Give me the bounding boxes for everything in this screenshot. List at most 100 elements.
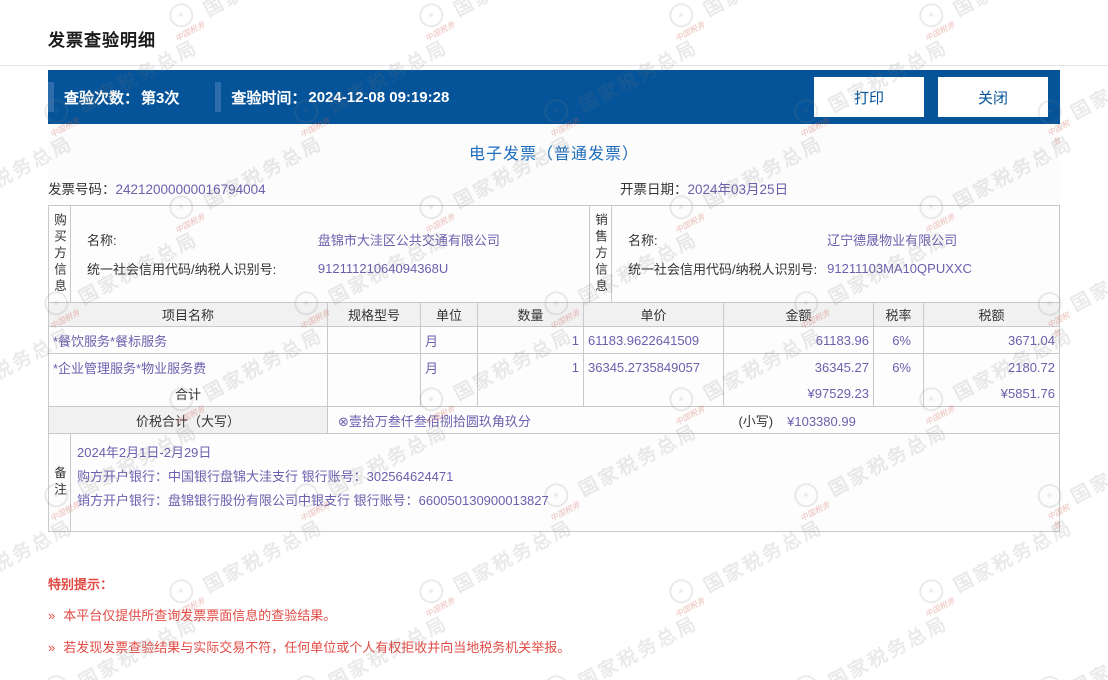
item-tax-rate: 6%	[874, 354, 924, 380]
invoice-type-title: 电子发票（普通发票）	[468, 146, 639, 163]
subtotal-empty	[328, 380, 421, 406]
bullet-icon: »	[48, 640, 56, 655]
subtotal-empty	[478, 380, 584, 406]
close-button[interactable]: 关闭	[938, 77, 1048, 117]
page-title: 发票查验明细	[48, 31, 156, 50]
invoice-date-label: 开票日期：	[620, 182, 688, 197]
notice-item: » 本平台仅提供所查询发票票面信息的查验结果。	[48, 605, 1108, 624]
subtotal-amount: ¥97529.23	[724, 380, 874, 406]
item-row: *企业管理服务*物业服务费 月 1 36345.2735849057 36345…	[49, 354, 1059, 380]
tax-emblem-icon: ✶中国税务	[287, 669, 332, 680]
buyer-id-label: 统一社会信用代码/纳税人识别号:	[87, 262, 277, 277]
item-tax: 3671.04	[1008, 332, 1055, 348]
remarks-line: 销方开户银行：盘锦银行股份有限公司中银支行 银行账号：6600501309000…	[77, 493, 549, 508]
seller-info: 名称: 辽宁德晟物业有限公司 统一社会信用代码/纳税人识别号: 91211103…	[612, 206, 1061, 302]
item-name: *企业管理服务*物业服务费	[49, 354, 328, 380]
item-qty: 1	[478, 354, 584, 380]
invoice-panel: 电子发票（普通发票） 发票号码：24212000000016794004 开票日…	[48, 124, 1060, 532]
amount-in-figures: (小写) ¥103380.99	[738, 411, 855, 430]
invoice-date-value: 2024年03月25日	[687, 182, 789, 197]
grand-total-value: ⊗壹拾万叁仟叁佰捌拾圆玖角玖分 (小写) ¥103380.99	[328, 407, 1061, 433]
verification-banner: 查验次数： 第3次 查验时间： 2024-12-08 09:19:28 打印 关…	[48, 70, 1060, 124]
seller-name-label: 名称:	[628, 233, 658, 248]
items-header-row: 项目名称 规格型号 单位 数量 单价 金额 税率 税额	[49, 303, 1059, 327]
seller-id-line: 统一社会信用代码/纳税人识别号: 91211103MA10QPUXXC	[628, 259, 1061, 278]
figures-label: (小写)	[738, 413, 774, 429]
invoice-number: 发票号码：24212000000016794004	[48, 178, 266, 198]
check-time-value: 2024-12-08 09:19:28	[308, 88, 450, 106]
col-header: 规格型号	[328, 303, 421, 326]
grand-total-label: 价税合计（大写）	[49, 407, 328, 433]
check-time-label: 查验时间：	[231, 89, 307, 107]
buyer-id-value: 91211121064094368U	[317, 261, 449, 276]
buyer-name-value: 盘锦市大洼区公共交通有限公司	[317, 233, 500, 248]
invoice-number-value: 24212000000016794004	[115, 182, 266, 197]
col-header: 税额	[924, 303, 1059, 326]
buyer-info: 名称: 盘锦市大洼区公共交通有限公司 统一社会信用代码/纳税人识别号: 9121…	[71, 206, 590, 302]
tax-emblem-icon: ✶中国税务	[1033, 671, 1077, 680]
item-amount: 36345.27	[724, 354, 874, 380]
subtotal-empty	[874, 380, 924, 406]
buyer-name-label: 名称:	[87, 233, 117, 248]
check-count-value: 第3次	[141, 89, 180, 107]
item-spec	[328, 354, 421, 380]
col-header: 单位	[421, 303, 478, 326]
seller-side-label: 销售方信息	[590, 206, 612, 302]
seller-id-label: 统一社会信用代码/纳税人识别号:	[628, 262, 818, 277]
remarks-content: 2024年2月1日-2月29日 购方开户银行：中国银行盘锦大洼支行 银行账号：3…	[71, 434, 1061, 531]
notice-item: » 若发现发票查验结果与实际交易不符，任何单位或个人有权拒收并向当地税务机关举报。	[48, 637, 1108, 656]
notice-text: 若发现发票查验结果与实际交易不符，任何单位或个人有权拒收并向当地税务机关举报。	[63, 640, 571, 655]
subtotal-tax: ¥5851.76	[1000, 385, 1055, 401]
figures-value: ¥103380.99	[787, 413, 856, 429]
item-unit: 月	[421, 327, 478, 353]
item-price: 61183.9622641509	[584, 327, 724, 353]
remarks-line: 购方开户银行：中国银行盘锦大洼支行 银行账号：302564624471	[77, 469, 454, 484]
item-name: *餐饮服务*餐标服务	[49, 327, 328, 353]
col-header: 数量	[478, 303, 584, 326]
item-qty: 1	[478, 327, 584, 353]
buyer-side-label: 购买方信息	[49, 206, 71, 302]
check-time: 查验时间： 2024-12-08 09:19:28	[221, 87, 449, 108]
print-button[interactable]: 打印	[814, 77, 924, 117]
party-section: 购买方信息 名称: 盘锦市大洼区公共交通有限公司 统一社会信用代码/纳税人识别号…	[49, 206, 1059, 303]
item-amount: 61183.96	[724, 327, 874, 353]
item-tax-rate: 6%	[874, 327, 924, 353]
tax-emblem-icon: ✶中国税务	[537, 669, 582, 680]
invoice-number-row: 发票号码：24212000000016794004 开票日期：2024年03月2…	[48, 174, 1060, 200]
remarks-side-label: 备注	[49, 434, 71, 531]
bullet-icon: »	[48, 608, 56, 623]
item-row: *餐饮服务*餐标服务 月 1 61183.9622641509 61183.96…	[49, 327, 1059, 354]
remarks-section: 备注 2024年2月1日-2月29日 购方开户银行：中国银行盘锦大洼支行 银行账…	[49, 434, 1059, 531]
item-price: 36345.2735849057	[584, 354, 724, 380]
seller-name-line: 名称: 辽宁德晟物业有限公司	[628, 230, 1061, 249]
amount-in-words: ⊗壹拾万叁仟叁佰捌拾圆玖角玖分	[338, 413, 531, 429]
special-notice: 特别提示： » 本平台仅提供所查询发票票面信息的查验结果。 » 若发现发票查验结果与…	[48, 574, 1108, 656]
invoice-table: 购买方信息 名称: 盘锦市大洼区公共交通有限公司 统一社会信用代码/纳税人识别号…	[48, 205, 1060, 532]
subtotal-empty	[584, 380, 724, 406]
remarks-line: 2024年2月1日-2月29日	[77, 445, 212, 460]
item-spec	[328, 327, 421, 353]
tax-emblem-icon: ✶中国税务	[37, 669, 82, 680]
col-header: 项目名称	[49, 303, 328, 326]
check-count-label: 查验次数：	[64, 89, 140, 107]
seller-id-value: 91211103MA10QPUXXC	[827, 261, 972, 276]
col-header: 金额	[724, 303, 874, 326]
tax-emblem-icon: ✶中国税务	[787, 669, 832, 680]
check-count: 查验次数： 第3次	[54, 87, 179, 108]
buyer-name-line: 名称: 盘锦市大洼区公共交通有限公司	[87, 230, 589, 249]
grand-total-row: 价税合计（大写） ⊗壹拾万叁仟叁佰捌拾圆玖角玖分 (小写) ¥103380.99	[49, 407, 1059, 434]
item-tax: 2180.72	[1008, 359, 1055, 375]
notice-text: 本平台仅提供所查询发票票面信息的查验结果。	[63, 608, 337, 623]
invoice-date: 开票日期：2024年03月25日	[620, 178, 788, 198]
page-header: 发票查验明细	[0, 0, 1108, 66]
invoice-number-label: 发票号码：	[48, 182, 116, 197]
seller-name-value: 辽宁德晟物业有限公司	[827, 233, 958, 248]
subtotal-row: 合计 ¥97529.23 ¥5851.76	[49, 380, 1059, 407]
buyer-id-line: 统一社会信用代码/纳税人识别号: 91211121064094368U	[87, 259, 589, 278]
item-unit: 月	[421, 354, 478, 380]
col-header: 单价	[584, 303, 724, 326]
subtotal-label: 合计	[49, 380, 328, 406]
col-header: 税率	[874, 303, 924, 326]
subtotal-empty	[421, 380, 478, 406]
notice-title: 特别提示：	[48, 577, 114, 592]
